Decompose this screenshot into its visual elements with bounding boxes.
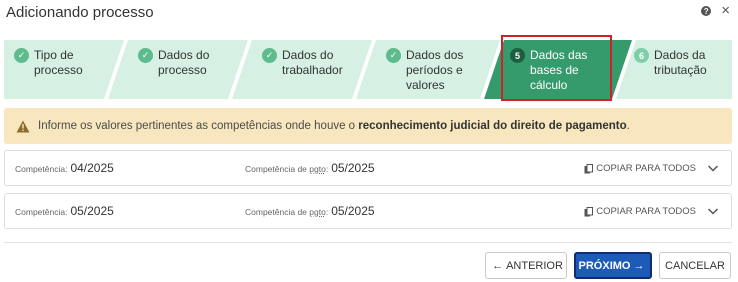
step-6-line-1: Dados da xyxy=(654,48,706,62)
step-3-line-2: trabalhador xyxy=(282,63,343,77)
step-4-line-1: Dados dos xyxy=(406,48,464,62)
stepper-background xyxy=(4,40,732,99)
step-6-number: 6 xyxy=(634,48,649,63)
alert-text-after: . xyxy=(626,120,630,132)
competencia-pgto-field: Competência de pgto: 05/2025 xyxy=(245,204,375,218)
check-icon: ✓ xyxy=(14,48,29,63)
step-2-line-1: Dados do xyxy=(158,48,210,62)
cancel-button[interactable]: CANCELAR xyxy=(659,252,731,279)
copy-to-all-button[interactable]: COPIAR PARA TODOS xyxy=(584,206,696,217)
step-1-line-2: processo xyxy=(34,63,83,77)
competencia-label: Competência: xyxy=(15,207,68,217)
copy-icon xyxy=(584,206,594,216)
question-circle-icon[interactable]: ? xyxy=(701,6,712,16)
pgto-label-abbr: pgto xyxy=(309,207,326,217)
check-icon: ✓ xyxy=(386,48,401,63)
arrow-right-icon: → xyxy=(633,259,645,272)
pgto-label-colon: : xyxy=(325,207,329,217)
competencia-field: Competência: 04/2025 xyxy=(15,161,114,175)
copy-to-all-label: COPIAR PARA TODOS xyxy=(596,206,696,217)
step-2-line-2: processo xyxy=(158,63,207,77)
competencia-row: Competência: 04/2025 Competência de pgto:… xyxy=(4,150,732,186)
previous-button-label: ANTERIOR xyxy=(506,259,563,272)
copy-icon xyxy=(584,163,594,173)
active-step-highlight xyxy=(501,35,612,101)
header-icons: ? × xyxy=(701,3,730,18)
step-4-label[interactable]: Dados dos períodos e valores xyxy=(406,48,463,93)
page-title: Adicionando processo xyxy=(6,4,154,21)
next-button-label: PRÓXIMO xyxy=(578,259,631,272)
pgto-label-a: Competência de xyxy=(245,164,310,174)
pgto-label-a: Competência de xyxy=(245,207,310,217)
close-icon[interactable]: × xyxy=(721,3,730,18)
cancel-button-label: CANCELAR xyxy=(665,259,725,272)
chevron-down-icon[interactable] xyxy=(707,205,719,217)
check-icon: ✓ xyxy=(262,48,277,63)
competencia-value: 04/2025 xyxy=(70,161,114,175)
competencia-row: Competência: 05/2025 Competência de pgto:… xyxy=(4,193,732,229)
copy-to-all-button[interactable]: COPIAR PARA TODOS xyxy=(584,163,696,174)
step-1-label[interactable]: Tipo de processo xyxy=(34,48,83,78)
step-2-label[interactable]: Dados do processo xyxy=(158,48,209,78)
competencia-pgto-value: 05/2025 xyxy=(331,161,375,175)
step-4-line-3: valores xyxy=(406,78,445,92)
alert-text: Informe os valores pertinentes as compet… xyxy=(38,120,630,132)
check-icon: ✓ xyxy=(138,48,153,63)
warning-alert: Informe os valores pertinentes as compet… xyxy=(4,108,732,144)
chevron-down-icon[interactable] xyxy=(707,162,719,174)
footer-divider xyxy=(4,242,732,243)
alert-text-before: Informe os valores pertinentes as compet… xyxy=(38,120,359,132)
wizard-stepper: ✓ Tipo de processo ✓ Dados do processo ✓… xyxy=(4,40,732,99)
step-6-line-2: tributação xyxy=(654,63,707,77)
pgto-label-abbr: pgto xyxy=(309,164,326,174)
previous-button[interactable]: ← ANTERIOR xyxy=(485,252,567,279)
competencia-field: Competência: 05/2025 xyxy=(15,204,114,218)
competencia-pgto-field: Competência de pgto: 05/2025 xyxy=(245,161,375,175)
step-1-line-1: Tipo de xyxy=(34,48,74,62)
arrow-left-icon: ← xyxy=(492,259,504,272)
warning-icon xyxy=(16,120,30,132)
alert-text-bold: reconhecimento judicial do direito de pa… xyxy=(358,120,627,132)
competencia-value: 05/2025 xyxy=(70,204,114,218)
competencia-pgto-value: 05/2025 xyxy=(331,204,375,218)
step-4-line-2: períodos e xyxy=(406,63,463,77)
step-3-line-1: Dados do xyxy=(282,48,334,62)
step-6-label[interactable]: Dados da tributação xyxy=(654,48,707,78)
next-button[interactable]: PRÓXIMO → xyxy=(574,252,652,279)
step-3-label[interactable]: Dados do trabalhador xyxy=(282,48,343,78)
copy-to-all-label: COPIAR PARA TODOS xyxy=(596,163,696,174)
competencia-label: Competência: xyxy=(15,164,68,174)
pgto-label-colon: : xyxy=(325,164,329,174)
